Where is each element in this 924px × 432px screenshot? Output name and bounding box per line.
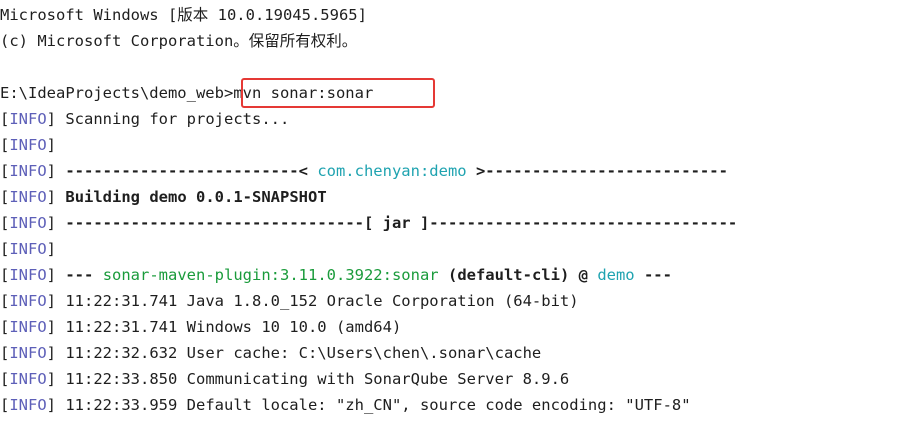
log-line: [INFO] Building demo 0.0.1-SNAPSHOT xyxy=(0,188,327,206)
packaging-separator: --------------------------------[ jar ]-… xyxy=(65,214,738,232)
log-message: Scanning for projects... xyxy=(56,110,290,128)
log-message: 11:22:31.741 Java 1.8.0_152 Oracle Corpo… xyxy=(56,292,579,310)
log-line: [INFO] 11:22:31.741 Java 1.8.0_152 Oracl… xyxy=(0,292,579,310)
log-line: [INFO] 11:22:32.632 User cache: C:\Users… xyxy=(0,344,542,362)
log-line: [INFO] --------------------------------[… xyxy=(0,214,738,232)
plugin-goal: sonar-maven-plugin:3.11.0.3922:sonar xyxy=(102,266,439,284)
log-level: INFO xyxy=(9,318,47,336)
console-output[interactable]: Microsoft Windows [版本 10.0.19045.5965] (… xyxy=(0,2,924,418)
os-version-line: Microsoft Windows [版本 10.0.19045.5965] xyxy=(0,6,367,24)
log-level: INFO xyxy=(9,396,47,414)
log-message: 11:22:32.632 User cache: C:\Users\chen\.… xyxy=(56,344,542,362)
log-level: INFO xyxy=(9,214,47,232)
log-level: INFO xyxy=(9,110,47,128)
project-name: demo xyxy=(597,266,635,284)
log-level: INFO xyxy=(9,188,47,206)
log-message: 11:22:33.850 Communicating with SonarQub… xyxy=(56,370,570,388)
log-line: [INFO] 11:22:31.741 Windows 10 10.0 (amd… xyxy=(0,318,402,336)
log-line: [INFO] 11:22:33.959 Default locale: "zh_… xyxy=(0,396,691,414)
log-level: INFO xyxy=(9,136,47,154)
execution-id: (default-cli) xyxy=(447,266,570,284)
log-message: 11:22:33.959 Default locale: "zh_CN", so… xyxy=(56,396,691,414)
building-message: Building demo 0.0.1-SNAPSHOT xyxy=(65,188,327,206)
log-level: INFO xyxy=(9,292,47,310)
log-line: [INFO] Scanning for projects... xyxy=(0,110,290,128)
log-line: [INFO] --- sonar-maven-plugin:3.11.0.392… xyxy=(0,266,672,284)
command-prompt-line: E:\IdeaProjects\demo_web>mvn sonar:sonar xyxy=(0,80,924,106)
log-line: [INFO] -------------------------< com.ch… xyxy=(0,162,728,180)
log-line: [INFO] 11:22:33.850 Communicating with S… xyxy=(0,370,570,388)
artifact-id: com.chenyan:demo xyxy=(317,162,467,180)
log-line: [INFO] xyxy=(0,240,57,258)
log-level: INFO xyxy=(9,162,47,180)
command-highlight-box xyxy=(241,78,435,108)
log-level: INFO xyxy=(9,344,47,362)
log-message: 11:22:31.741 Windows 10 10.0 (amd64) xyxy=(56,318,402,336)
log-level: INFO xyxy=(9,240,47,258)
prompt-path: E:\IdeaProjects\demo_web> xyxy=(0,84,234,102)
log-level: INFO xyxy=(9,266,47,284)
copyright-line: (c) Microsoft Corporation。保留所有权利。 xyxy=(0,32,358,50)
log-line: [INFO] xyxy=(0,136,57,154)
log-level: INFO xyxy=(9,370,47,388)
